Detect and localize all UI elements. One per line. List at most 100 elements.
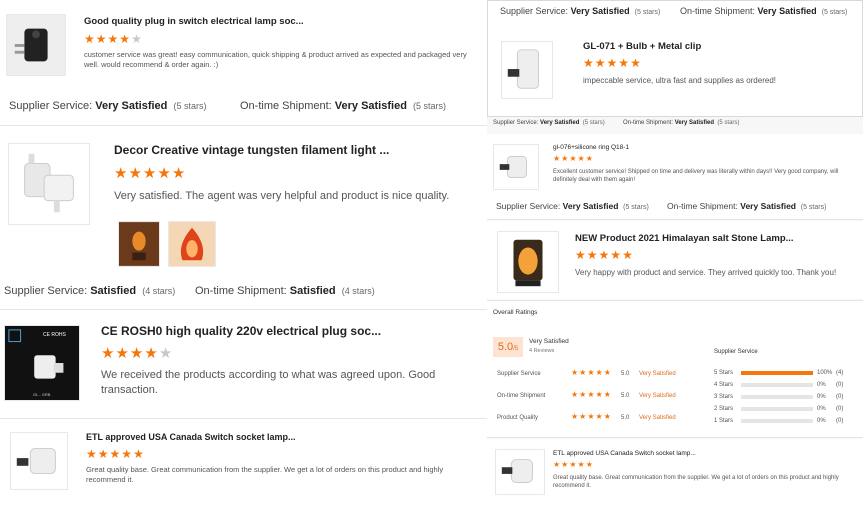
review-card: Decor Creative vintage tungsten filament… <box>0 127 487 310</box>
star-icon: ★ <box>561 460 569 469</box>
star-icon: ★ <box>133 447 144 461</box>
breakdown-percent: 0% <box>817 382 826 388</box>
product-thumbnail[interactable] <box>6 14 66 76</box>
star-icon: ★ <box>107 32 119 46</box>
product-thumbnail[interactable] <box>493 144 539 190</box>
breakdown-count: (0) <box>836 394 844 400</box>
star-icon: ★ <box>583 56 594 70</box>
star-icon: ★ <box>571 368 579 377</box>
score-row-label: Supplier Service <box>497 371 541 377</box>
star-icon: ★ <box>622 248 633 262</box>
left-review-panel: Good quality plug in switch electrical l… <box>0 0 487 512</box>
breakdown-bar-track <box>741 419 813 423</box>
star-icon: ★ <box>142 165 157 182</box>
product-thumbnail[interactable] <box>497 231 559 293</box>
star-icon: ★ <box>579 390 587 399</box>
score-row-value: 5.0 <box>621 371 630 377</box>
breakdown-percent: 0% <box>817 406 826 412</box>
star-icon: ★ <box>579 412 587 421</box>
breakdown-count: (4) <box>836 370 844 376</box>
review-title[interactable]: GL-071 + Bulb + Metal clip <box>583 41 701 52</box>
rating-stars: ★ ★ ★ ★ ★ <box>86 448 144 460</box>
review-comment: Very happy with product and service. The… <box>575 268 837 277</box>
breakdown-label: 5 Stars <box>714 370 734 376</box>
shipment-rating: On-time Shipment: Very Satisfied (5 star… <box>240 100 447 112</box>
review-comment: impeccable service, ultra fast and suppl… <box>583 76 776 85</box>
rating-stars: ★ ★ ★ ★ ★ <box>553 155 593 163</box>
review-card: ETL approved USA Canada Switch socket la… <box>487 439 863 512</box>
review-title[interactable]: gl-076+silicone ring Q18-1 <box>553 144 629 151</box>
score-row-stars: ★ ★ ★ ★ ★ <box>571 391 611 399</box>
product-thumbnail[interactable] <box>10 432 68 490</box>
star-icon: ★ <box>595 390 603 399</box>
star-icon: ★ <box>618 56 630 70</box>
star-icon: ★ <box>144 345 158 362</box>
star-icon: ★ <box>585 154 593 163</box>
breakdown-percent: 0% <box>817 394 826 400</box>
product-thumbnail[interactable] <box>501 41 553 99</box>
score-row-stars: ★ ★ ★ ★ ★ <box>571 413 611 421</box>
star-icon: ★ <box>114 165 128 182</box>
star-icon: ★ <box>577 154 585 163</box>
review-comment: Great quality base. Great communication … <box>86 465 444 485</box>
star-icon: ★ <box>171 165 186 182</box>
breakdown-bar-track <box>741 383 813 387</box>
thumb-code: GL - GRB <box>33 392 51 397</box>
overall-heading: Overall Ratings <box>493 309 538 316</box>
score-row-text: Very Satisfied <box>639 393 676 399</box>
review-card: ETL approved USA Canada Switch socket la… <box>0 420 487 512</box>
star-icon: ★ <box>569 154 577 163</box>
star-icon: ★ <box>157 165 171 182</box>
star-icon: ★ <box>606 56 618 70</box>
review-card: NEW Product 2021 Himalayan salt Stone La… <box>487 221 863 299</box>
shipment-rating: On-time Shipment: Very Satisfied (5 star… <box>680 6 848 16</box>
star-icon: ★ <box>553 460 561 469</box>
review-title[interactable]: Decor Creative vintage tungsten filament… <box>114 143 389 157</box>
right-review-panel: Supplier Service: Very Satisfied (5 star… <box>487 0 863 512</box>
supplier-service-rating: Supplier Service: Very Satisfied (5 star… <box>9 100 207 112</box>
product-thumbnail[interactable] <box>8 143 90 225</box>
star-icon: ★ <box>158 345 173 362</box>
breakdown-bar-track <box>741 395 813 399</box>
star-icon: ★ <box>587 368 595 377</box>
star-icon: ★ <box>594 56 606 70</box>
product-thumbnail[interactable]: CE ROHS GL - GRB <box>4 325 80 401</box>
star-icon: ★ <box>595 412 603 421</box>
breakdown-bar-fill <box>741 371 813 375</box>
review-comment: Very satisfied. The agent was very helpf… <box>114 190 450 202</box>
star-icon: ★ <box>595 368 603 377</box>
review-title[interactable]: CE ROSH0 high quality 220v electrical pl… <box>101 324 381 338</box>
review-photo[interactable] <box>118 221 160 267</box>
score-row-value: 5.0 <box>621 393 630 399</box>
supplier-service-rating: Supplier Service: Very Satisfied (5 star… <box>496 201 649 211</box>
review-title[interactable]: Good quality plug in switch electrical l… <box>84 16 304 27</box>
star-icon: ★ <box>553 154 561 163</box>
product-thumbnail[interactable] <box>495 449 545 495</box>
star-icon: ★ <box>610 248 622 262</box>
overall-ratings: Overall Ratings 5.0/5 Very Satisfied 4 R… <box>487 300 863 438</box>
review-title[interactable]: NEW Product 2021 Himalayan salt Stone La… <box>575 233 794 244</box>
star-icon: ★ <box>569 460 577 469</box>
score-row-label: On-time Shipment <box>497 393 546 399</box>
star-icon: ★ <box>575 248 586 262</box>
review-comment: We received the products according to wh… <box>101 369 436 396</box>
star-icon: ★ <box>587 390 595 399</box>
review-photo[interactable] <box>168 221 216 267</box>
breakdown-label: 1 Stars <box>714 418 734 424</box>
shipment-rating: On-time Shipment: Satisfied (4 stars) <box>195 285 375 297</box>
star-icon: ★ <box>97 447 109 461</box>
star-icon: ★ <box>119 32 131 46</box>
star-icon: ★ <box>128 165 142 182</box>
score-row-label: Product Quality <box>497 415 539 421</box>
review-card: gl-076+silicone ring Q18-1 ★ ★ ★ ★ ★ Excelle… <box>487 134 863 220</box>
star-icon: ★ <box>571 412 579 421</box>
review-comment: customer service was great! easy communi… <box>84 50 467 70</box>
review-title[interactable]: ETL approved USA Canada Switch socket la… <box>86 432 296 442</box>
star-icon: ★ <box>86 447 97 461</box>
breakdown-percent: 0% <box>817 418 826 424</box>
score-row-text: Very Satisfied <box>639 415 676 421</box>
breakdown-bar-track <box>741 407 813 411</box>
overall-review-count: 4 Reviews <box>529 348 555 354</box>
review-title[interactable]: ETL approved USA Canada Switch socket la… <box>553 450 696 457</box>
star-icon: ★ <box>586 248 598 262</box>
